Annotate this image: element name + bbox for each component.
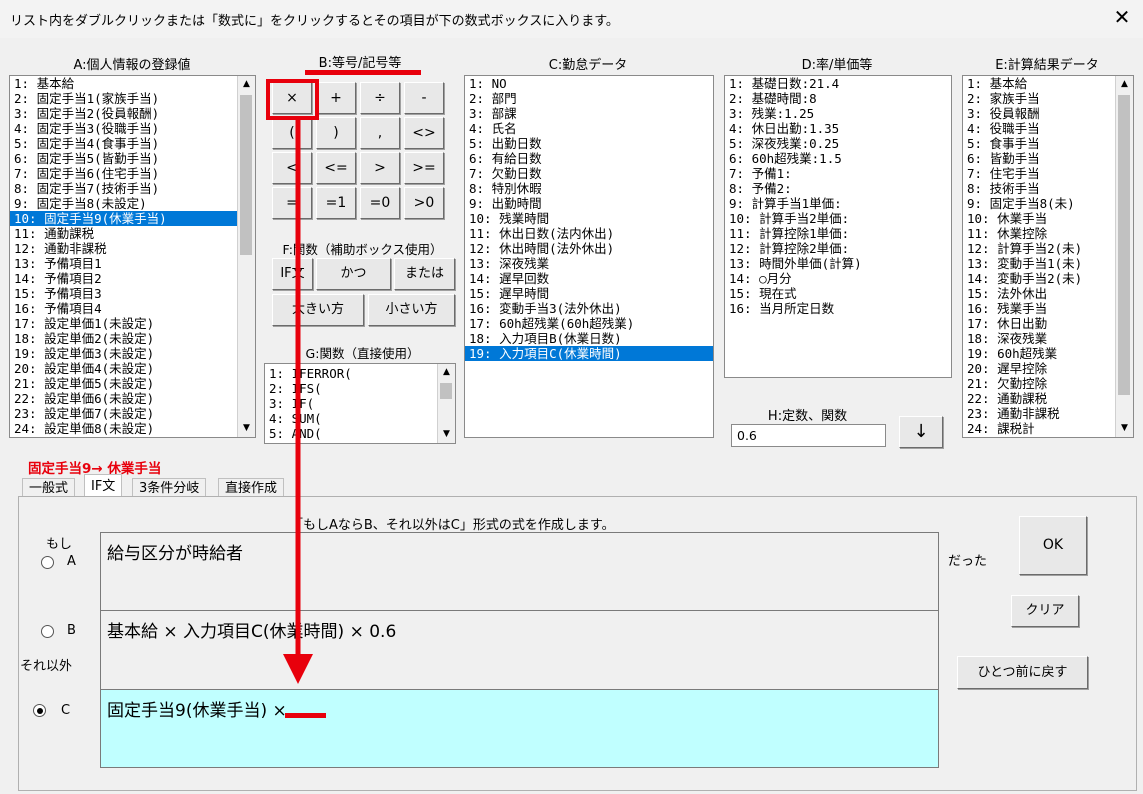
red-arrow-annotation <box>283 120 326 718</box>
arrow-head <box>283 654 313 684</box>
arrow-target-underline <box>285 713 326 718</box>
